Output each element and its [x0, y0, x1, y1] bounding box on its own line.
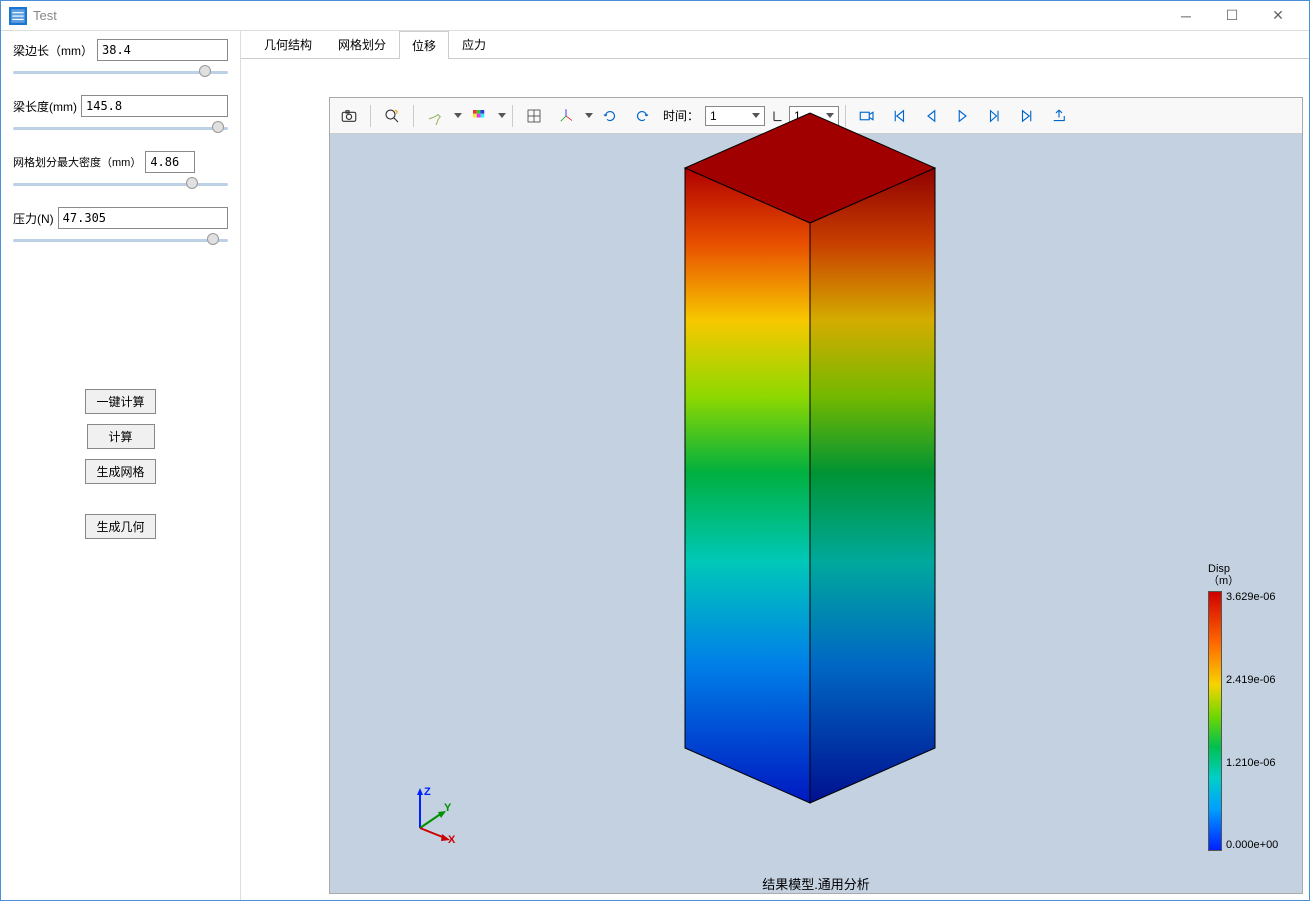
tab-stress[interactable]: 应力 — [449, 30, 499, 58]
gen-geometry-button[interactable]: 生成几何 — [85, 514, 155, 539]
color-dropdown-icon[interactable] — [498, 113, 506, 118]
pressure-input[interactable] — [58, 207, 228, 229]
svg-text:Z: Z — [424, 786, 431, 798]
pressure-label: 压力(N) — [13, 210, 58, 227]
pressure-slider[interactable] — [13, 231, 228, 249]
tab-mesh[interactable]: 网格划分 — [325, 30, 399, 58]
beam-length-slider[interactable] — [13, 119, 228, 137]
legend-max: 3.629e-06 — [1226, 591, 1288, 603]
window-title: Test — [33, 8, 57, 23]
legend-mid2: 2.419e-06 — [1226, 674, 1288, 686]
paint-dropdown-icon[interactable] — [454, 113, 462, 118]
one-click-calc-button[interactable]: 一键计算 — [85, 389, 155, 414]
color-legend: Disp （m） 3.629e-06 2.419e-06 1.210e-06 0… — [1208, 563, 1288, 873]
tab-displacement[interactable]: 位移 — [399, 31, 449, 59]
cube-color-icon[interactable] — [464, 102, 494, 130]
mesh-density-input[interactable] — [145, 151, 195, 173]
app-icon — [9, 7, 27, 25]
gen-mesh-button[interactable]: 生成网格 — [85, 459, 155, 484]
axis-gizmo: Z Y X — [400, 783, 460, 843]
skip-last-icon[interactable] — [1012, 102, 1042, 130]
zoom-quick-icon[interactable] — [377, 102, 407, 130]
sidebar: 梁边长（mm） 梁长度(mm) 网格划分最大密度（mm） — [1, 31, 241, 900]
beam-edge-slider[interactable] — [13, 63, 228, 81]
mesh-density-slider[interactable] — [13, 175, 228, 193]
legend-unit: （m） — [1208, 575, 1239, 587]
maximize-button[interactable]: ☐ — [1209, 1, 1255, 31]
beam-length-input[interactable] — [81, 95, 228, 117]
minimize-button[interactable]: ─ — [1163, 1, 1209, 31]
play-icon[interactable] — [948, 102, 978, 130]
step-forward-icon[interactable] — [980, 102, 1010, 130]
beam-length-label: 梁长度(mm) — [13, 98, 81, 115]
model-column — [680, 108, 940, 808]
app-window: Test ─ ☐ ✕ 梁边长（mm） 梁长度(mm) — [0, 0, 1310, 901]
legend-mid1: 1.210e-06 — [1226, 757, 1288, 769]
axis-xyz-icon[interactable] — [551, 102, 581, 130]
legend-bar — [1208, 591, 1222, 851]
main-panel: 几何结构 网格划分 位移 应力 — [241, 31, 1309, 900]
export-icon[interactable] — [1044, 102, 1074, 130]
titlebar: Test ─ ☐ ✕ — [1, 1, 1309, 31]
rotate-ccw-icon[interactable] — [627, 102, 657, 130]
snapshot-icon[interactable] — [334, 102, 364, 130]
svg-text:Y: Y — [444, 802, 452, 814]
calc-button[interactable]: 计算 — [87, 424, 155, 449]
svg-text:X: X — [448, 834, 456, 843]
beam-edge-label: 梁边长（mm） — [13, 42, 97, 59]
paint-tool-icon[interactable] — [420, 102, 450, 130]
viewport-3d[interactable]: 时间： 1 1 — [329, 97, 1303, 894]
tab-geometry[interactable]: 几何结构 — [251, 30, 325, 58]
legend-min: 0.000e+00 — [1226, 839, 1288, 851]
close-button[interactable]: ✕ — [1255, 1, 1301, 31]
fit-view-icon[interactable] — [519, 102, 549, 130]
legend-title: Disp — [1208, 563, 1230, 575]
beam-edge-input[interactable] — [97, 39, 228, 61]
tab-bar: 几何结构 网格划分 位移 应力 — [241, 31, 1309, 59]
axis-dropdown-icon[interactable] — [585, 113, 593, 118]
viewport-caption: 结果模型.通用分析 — [762, 874, 870, 893]
mesh-density-label: 网格划分最大密度（mm） — [13, 154, 145, 170]
rotate-cw-icon[interactable] — [595, 102, 625, 130]
